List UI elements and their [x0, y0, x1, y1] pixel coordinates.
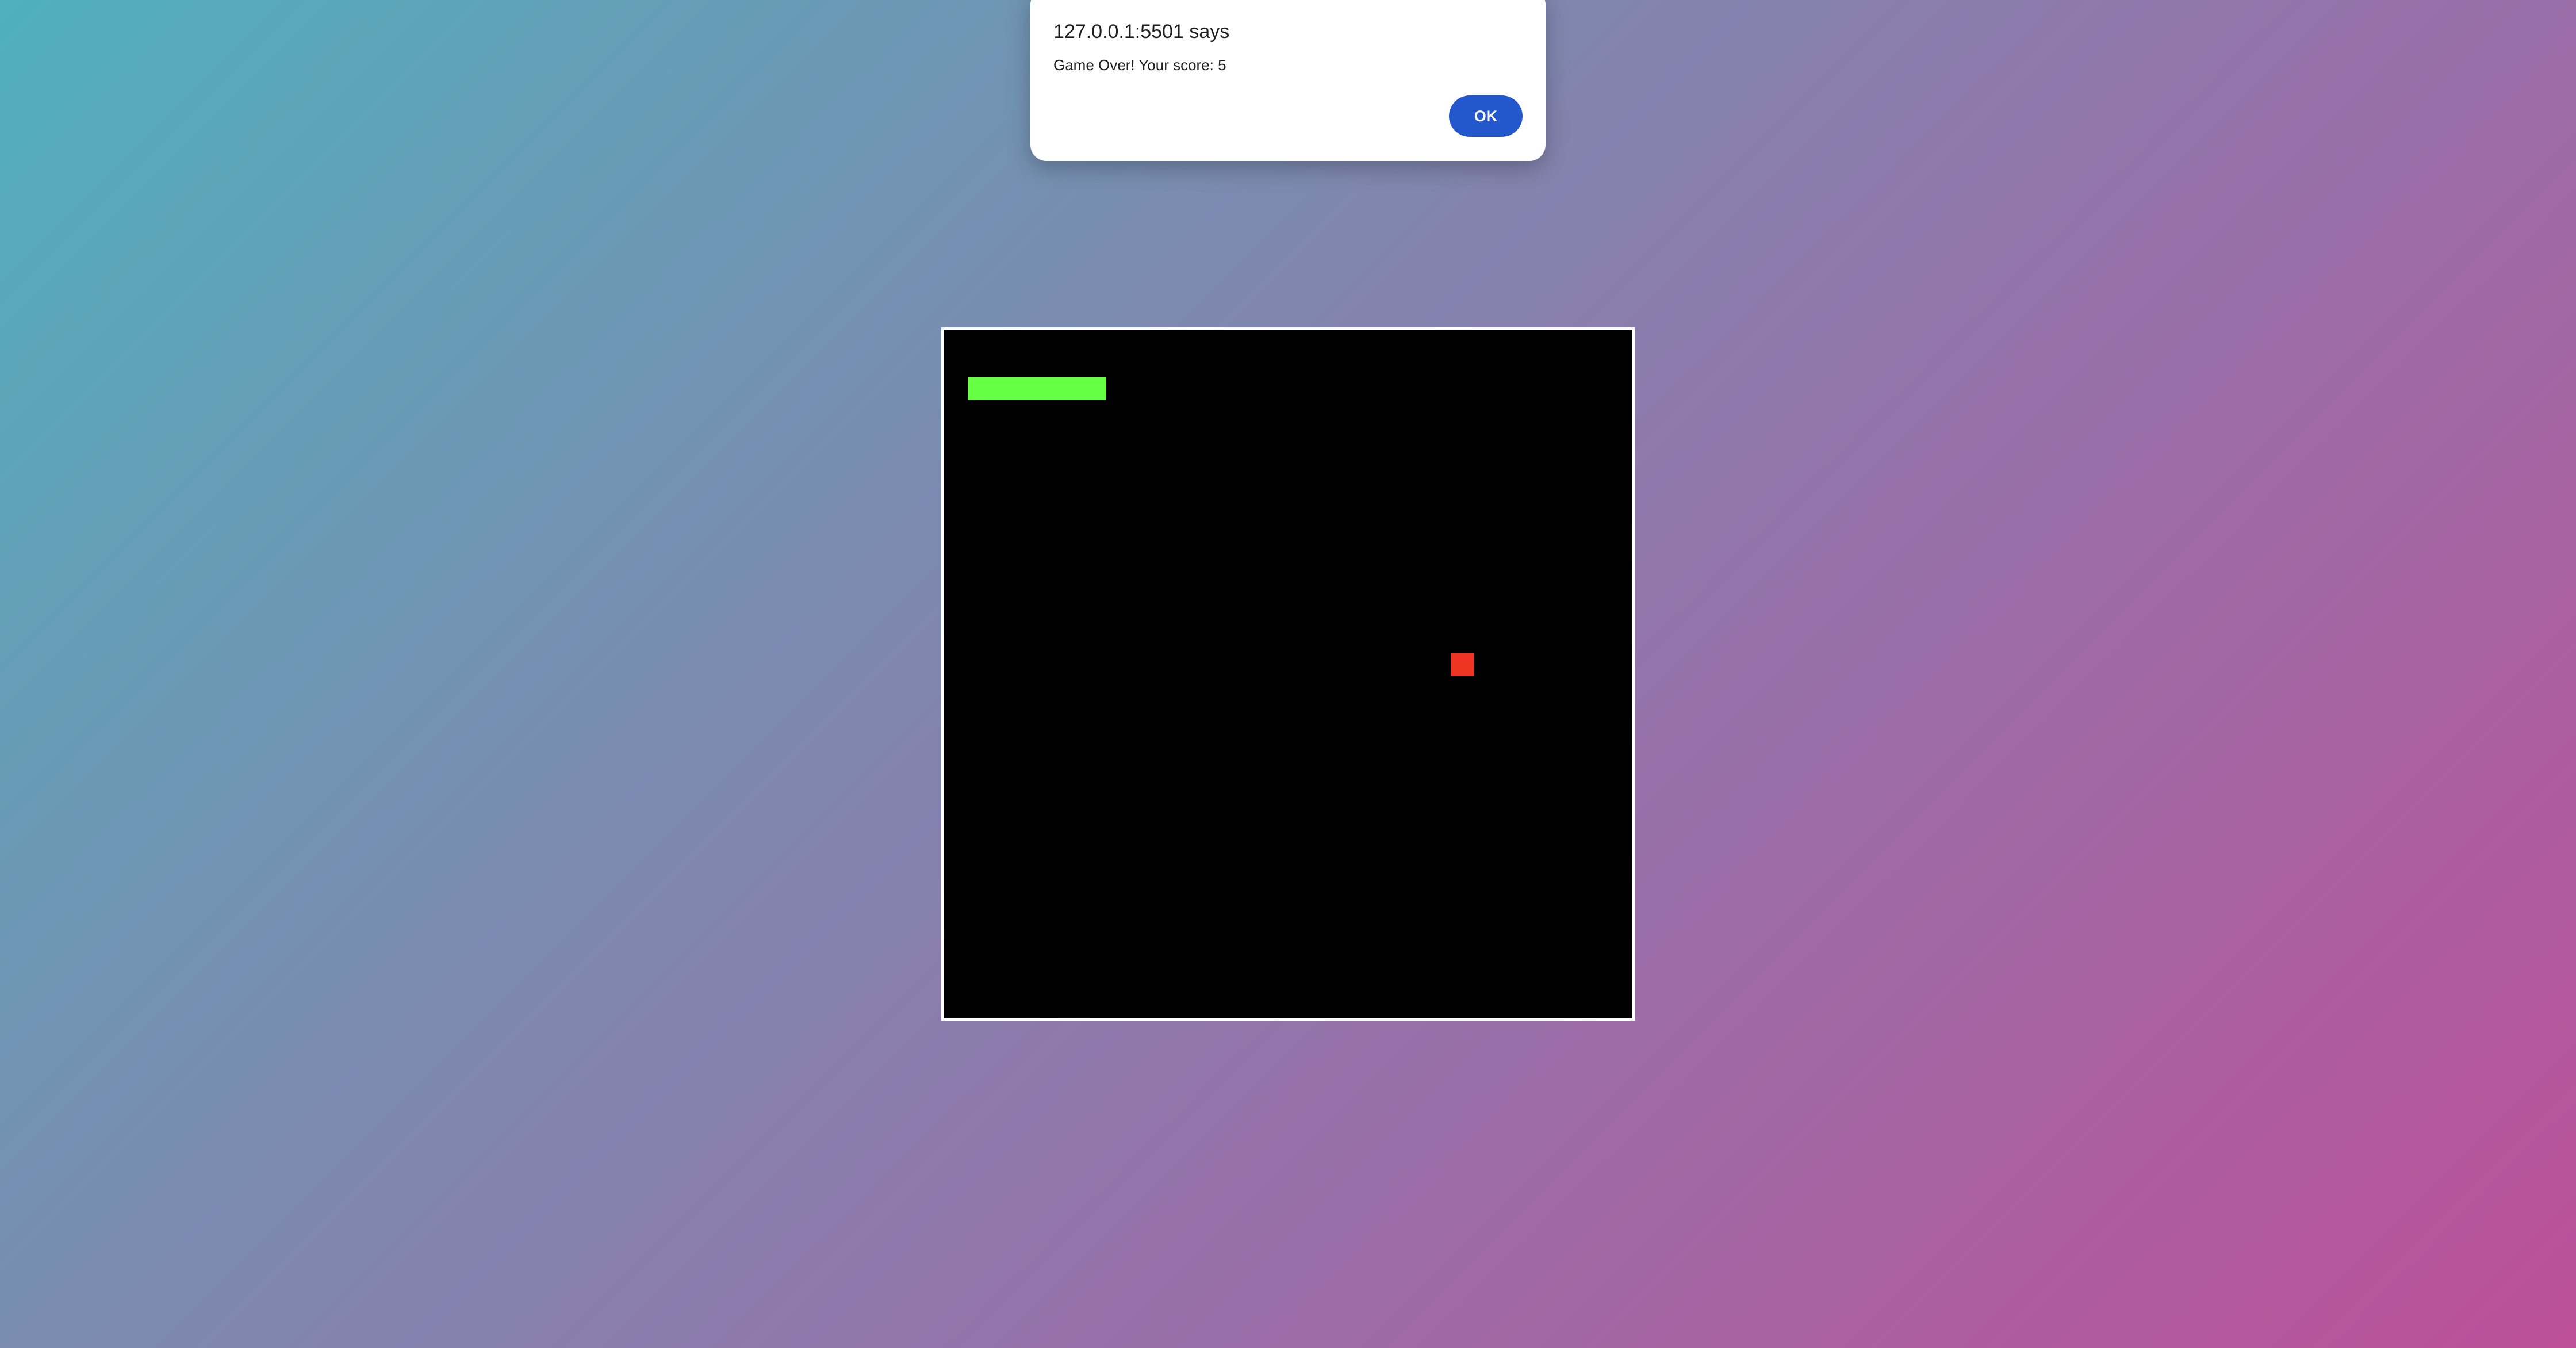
game-canvas[interactable]: [941, 327, 1635, 1021]
snake-segment: [1060, 377, 1083, 400]
snake-segment: [1014, 377, 1037, 400]
snake-segment: [991, 377, 1014, 400]
snake-segment: [1083, 377, 1106, 400]
alert-message: Game Over! Your score: 5: [1053, 56, 1226, 74]
snake-segment: [968, 377, 991, 400]
food: [1451, 653, 1474, 676]
snake: [968, 377, 1106, 400]
alert-dialog: 127.0.0.1:5501 says Game Over! Your scor…: [1030, 0, 1546, 161]
alert-title: 127.0.0.1:5501 says: [1053, 21, 1230, 43]
snake-segment: [1037, 377, 1060, 400]
ok-button[interactable]: OK: [1449, 95, 1523, 137]
